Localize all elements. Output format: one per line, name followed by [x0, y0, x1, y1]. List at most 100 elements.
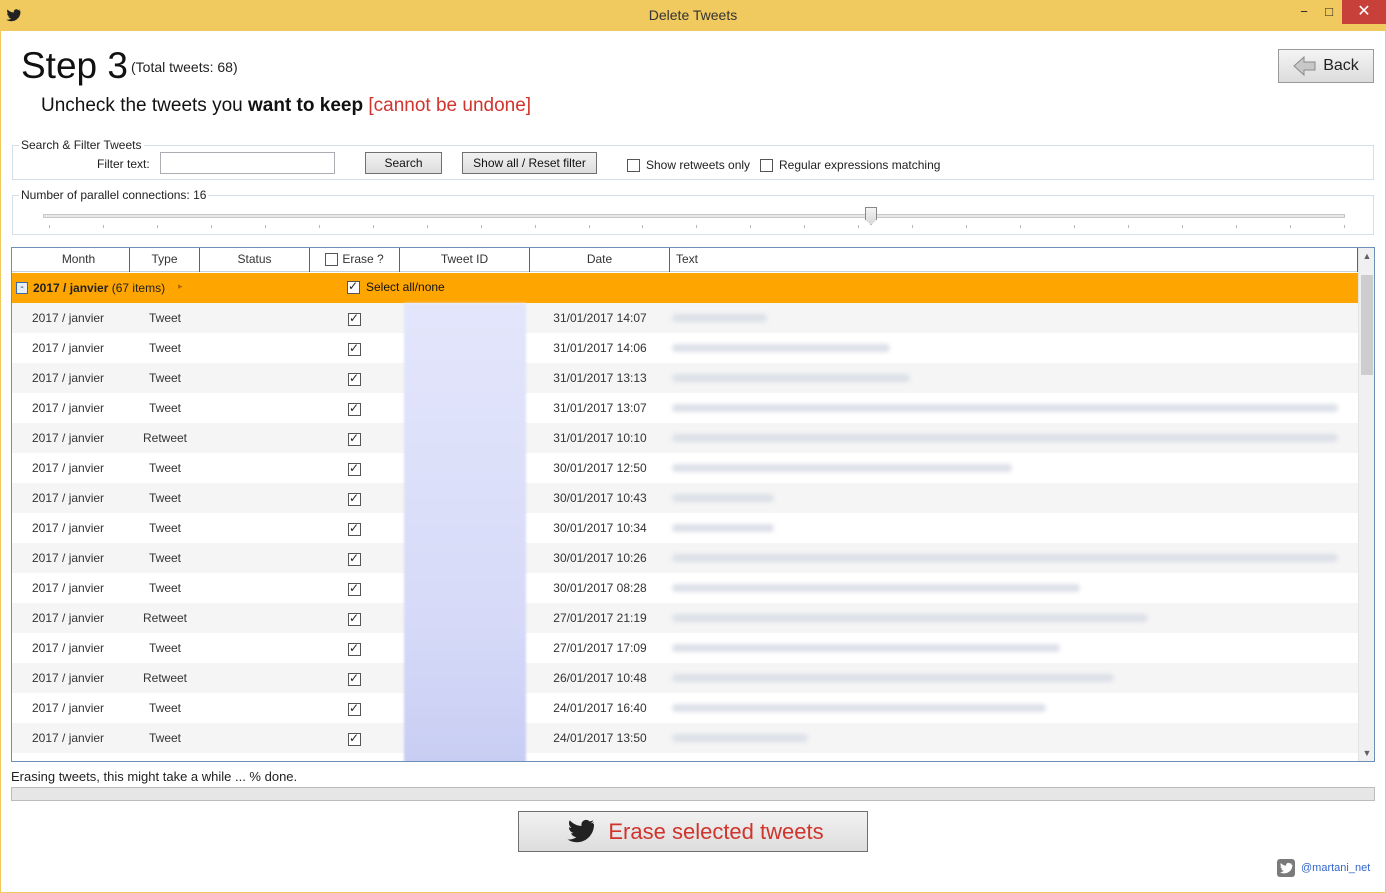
- erase-checkbox[interactable]: [348, 521, 361, 537]
- erase-selected-button[interactable]: Erase selected tweets: [518, 811, 868, 852]
- row-erase-checkbox[interactable]: [348, 701, 361, 717]
- column-status[interactable]: Status: [200, 248, 310, 272]
- erase-checkbox[interactable]: [348, 731, 361, 747]
- regex-matching-box[interactable]: [760, 158, 773, 172]
- column-tweet-id[interactable]: Tweet ID: [400, 248, 530, 272]
- row-date: 24/01/2017 16:40: [553, 701, 647, 715]
- row-erase-checkbox[interactable]: [348, 581, 361, 597]
- row-text-redacted: [672, 314, 767, 322]
- erase-checkbox[interactable]: [348, 671, 361, 687]
- erase-checkbox[interactable]: [348, 461, 361, 477]
- erase-checkbox[interactable]: [348, 581, 361, 597]
- table-row[interactable]: 2017 / janvier Tweet 31/01/2017 13:13: [12, 363, 1358, 393]
- select-all-checkbox[interactable]: Select all/none: [347, 279, 445, 294]
- row-date: 30/01/2017 10:26: [553, 551, 647, 565]
- search-button[interactable]: Search: [365, 152, 442, 174]
- slider-tick: [102, 225, 104, 228]
- collapse-group-button[interactable]: -: [16, 282, 28, 294]
- slider-tick: [912, 225, 914, 228]
- erase-checkbox[interactable]: [348, 611, 361, 627]
- row-erase-checkbox[interactable]: [348, 521, 361, 537]
- erase-checkbox[interactable]: [348, 551, 361, 567]
- erase-checkbox[interactable]: [348, 341, 361, 357]
- scroll-up-icon[interactable]: ▲: [1359, 248, 1374, 264]
- erase-header-checkbox[interactable]: [325, 253, 339, 267]
- slider-tick: [372, 225, 374, 228]
- row-erase-checkbox[interactable]: [348, 551, 361, 567]
- column-text[interactable]: Text: [670, 248, 1358, 272]
- erase-checkbox[interactable]: [348, 371, 361, 387]
- back-arrow-icon: [1293, 56, 1316, 76]
- regex-matching-label: Regular expressions matching: [779, 158, 941, 172]
- row-erase-checkbox[interactable]: [348, 671, 361, 687]
- erase-checkbox[interactable]: [348, 641, 361, 657]
- table-row[interactable]: 2017 / janvier Retweet 23/01/2017 12:36: [12, 753, 1358, 761]
- slider-tick: [49, 225, 50, 228]
- column-date[interactable]: Date: [530, 248, 670, 272]
- reset-filter-button[interactable]: Show all / Reset filter: [462, 152, 597, 174]
- table-row[interactable]: 2017 / janvier Tweet 31/01/2017 13:07: [12, 393, 1358, 423]
- row-erase-checkbox[interactable]: [348, 641, 361, 657]
- back-button[interactable]: Back: [1278, 49, 1374, 83]
- author-credit[interactable]: @martani_net: [1277, 859, 1370, 877]
- scroll-down-icon[interactable]: ▼: [1359, 745, 1374, 761]
- row-erase-checkbox[interactable]: [348, 371, 361, 387]
- row-erase-checkbox[interactable]: [348, 341, 361, 357]
- table-row[interactable]: 2017 / janvier Retweet 31/01/2017 10:10: [12, 423, 1358, 453]
- row-erase-checkbox[interactable]: [348, 491, 361, 507]
- erase-checkbox[interactable]: [348, 431, 361, 447]
- table-row[interactable]: 2017 / janvier Tweet 27/01/2017 17:09: [12, 633, 1358, 663]
- slider-tick: [1020, 225, 1022, 228]
- row-type: Tweet: [148, 401, 181, 415]
- table-row[interactable]: 2017 / janvier Tweet 30/01/2017 12:50: [12, 453, 1358, 483]
- instructions-bold: want to keep: [248, 95, 364, 116]
- table-row[interactable]: 2017 / janvier Tweet 30/01/2017 08:28: [12, 573, 1358, 603]
- table-row[interactable]: 2017 / janvier Retweet 27/01/2017 21:19: [12, 603, 1358, 633]
- scrollbar-thumb[interactable]: [1361, 275, 1373, 375]
- table-row[interactable]: 2017 / janvier Tweet 31/01/2017 14:07: [12, 303, 1358, 333]
- retweets-only-box[interactable]: [627, 158, 640, 172]
- row-erase-checkbox[interactable]: [348, 611, 361, 627]
- erase-checkbox[interactable]: [348, 311, 361, 327]
- table-row[interactable]: 2017 / janvier Tweet 24/01/2017 16:40: [12, 693, 1358, 723]
- slider-tick: [642, 225, 644, 228]
- table-row[interactable]: 2017 / janvier Tweet 24/01/2017 13:50: [12, 723, 1358, 753]
- row-date: 31/01/2017 10:10: [553, 431, 647, 445]
- client-area: Step 3 (Total tweets: 68) Uncheck the tw…: [1, 31, 1385, 892]
- row-month: 2017 / janvier: [32, 371, 105, 385]
- maximize-button[interactable]: □: [1314, 0, 1344, 24]
- row-text-redacted: [672, 614, 1148, 622]
- row-erase-checkbox[interactable]: [348, 731, 361, 747]
- row-erase-checkbox[interactable]: [348, 311, 361, 327]
- slider-tick: [426, 225, 428, 228]
- row-erase-checkbox[interactable]: [348, 461, 361, 477]
- retweets-only-checkbox[interactable]: Show retweets only: [627, 158, 750, 172]
- filter-text-input[interactable]: [160, 152, 335, 174]
- row-date: 30/01/2017 12:50: [553, 461, 647, 475]
- row-erase-checkbox[interactable]: [348, 401, 361, 417]
- regex-matching-checkbox[interactable]: Regular expressions matching: [760, 158, 940, 172]
- table-row[interactable]: 2017 / janvier Retweet 26/01/2017 10:48: [12, 663, 1358, 693]
- table-row[interactable]: 2017 / janvier Tweet 30/01/2017 10:26: [12, 543, 1358, 573]
- connections-legend: Number of parallel connections: 16: [19, 188, 209, 202]
- slider-tick: [1235, 225, 1237, 228]
- column-type[interactable]: Type: [130, 248, 200, 272]
- erase-checkbox[interactable]: [348, 401, 361, 417]
- column-erase[interactable]: Erase ?: [310, 248, 400, 272]
- connections-slider-track[interactable]: [43, 214, 1345, 218]
- table-row[interactable]: 2017 / janvier Tweet 30/01/2017 10:43: [12, 483, 1358, 513]
- erase-checkbox[interactable]: [348, 701, 361, 717]
- table-row[interactable]: 2017 / janvier Tweet 31/01/2017 14:06: [12, 333, 1358, 363]
- grid-vertical-scrollbar[interactable]: ▲ ▼: [1358, 248, 1374, 761]
- select-all-label: Select all/none: [366, 280, 445, 294]
- connections-slider-thumb[interactable]: [865, 207, 877, 225]
- close-button[interactable]: ✕: [1342, 0, 1386, 24]
- table-row[interactable]: 2017 / janvier Tweet 30/01/2017 10:34: [12, 513, 1358, 543]
- select-all-box[interactable]: [347, 279, 360, 294]
- row-text-redacted: [672, 704, 1046, 712]
- row-erase-checkbox[interactable]: [348, 431, 361, 447]
- slider-tick: [480, 225, 482, 228]
- erase-checkbox[interactable]: [348, 491, 361, 507]
- column-month[interactable]: Month: [28, 248, 130, 272]
- row-text-redacted: [672, 374, 910, 382]
